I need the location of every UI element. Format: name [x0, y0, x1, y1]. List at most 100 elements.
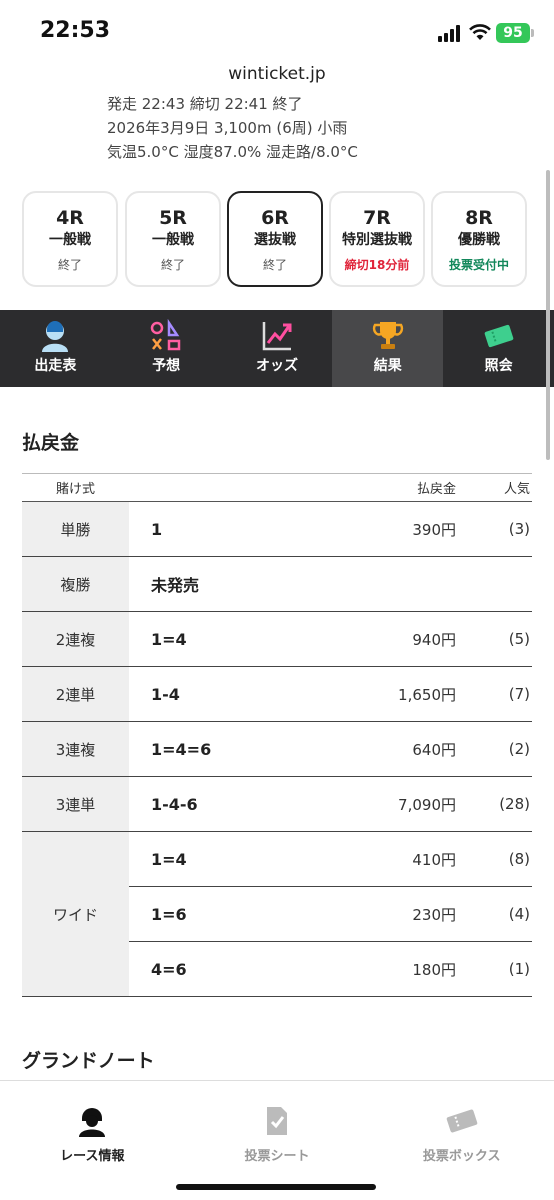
bet-type-wide: ワイド — [22, 831, 129, 997]
tab-odds[interactable]: オッズ — [222, 310, 333, 387]
nav-race-info[interactable]: レース情報 — [0, 1081, 185, 1200]
bet-type: 2連複 — [22, 611, 129, 667]
payout-amount: 1,650円 — [317, 666, 460, 722]
header-bet-type: 賭け式 — [22, 473, 129, 502]
tab-label: 出走表 — [34, 358, 77, 374]
table-row: 複勝 未発売 — [22, 556, 532, 612]
race-status: 投票受付中 — [448, 258, 509, 272]
combination: 1 — [129, 501, 318, 557]
combination: 1=4 — [129, 611, 318, 667]
tab-inquiry[interactable]: 照会 — [443, 310, 554, 387]
race-date-info: 2026年3月9日 3,100m (6周) 小雨 — [107, 119, 348, 137]
scrollbar[interactable] — [546, 170, 550, 460]
payout-amount: 410円 — [317, 831, 460, 887]
race-status: 終了 — [262, 258, 287, 272]
popularity: (8) — [460, 831, 532, 887]
race-name: 優勝戦 — [458, 232, 500, 248]
payout-amount: 940円 — [317, 611, 460, 667]
nav-label: 投票シート — [244, 1149, 310, 1164]
race-weather-info: 気温5.0°C 湿度87.0% 湿走路/8.0°C — [107, 143, 358, 161]
racer-icon — [42, 321, 69, 352]
battery-tip — [531, 29, 534, 37]
race-info: 発走 22:43 締切 22:41 終了 2026年3月9日 3,100m (6… — [107, 92, 358, 164]
ticket-icon — [484, 324, 513, 348]
bet-type: 単勝 — [22, 501, 129, 557]
status-time: 22:53 — [40, 18, 111, 43]
nav-betting-box[interactable]: 投票ボックス — [369, 1081, 554, 1200]
popularity: (28) — [460, 776, 532, 832]
race-name: 選抜戦 — [254, 232, 296, 248]
nav-label: レース情報 — [60, 1149, 125, 1164]
race-card-8r[interactable]: 8R 優勝戦 投票受付中 — [431, 191, 527, 287]
wifi-icon — [469, 24, 491, 40]
odds-chart-icon — [262, 322, 292, 351]
table-row: 3連単 1-4-6 7,090円 (28) — [22, 776, 532, 832]
race-card-6r[interactable]: 6R 選抜戦 終了 — [227, 191, 323, 287]
bet-type: 2連単 — [22, 666, 129, 722]
race-status: 終了 — [160, 258, 185, 272]
bottom-nav: レース情報 投票シート 投票ボックス — [0, 1080, 554, 1200]
combination: 4=6 — [129, 941, 318, 997]
race-name: 特別選抜戦 — [342, 232, 412, 248]
combination: 未発売 — [129, 556, 318, 612]
payout-amount: 640円 — [317, 721, 460, 777]
bet-type: 3連単 — [22, 776, 129, 832]
bet-type: 3連複 — [22, 721, 129, 777]
race-number: 6R — [261, 207, 289, 229]
header-combo — [129, 473, 318, 502]
popularity — [460, 556, 532, 612]
combination: 1=6 — [129, 886, 318, 942]
race-card-5r[interactable]: 5R 一般戦 終了 — [125, 191, 221, 287]
race-number: 4R — [56, 207, 84, 229]
race-name: 一般戦 — [152, 232, 194, 248]
popularity: (1) — [460, 941, 532, 997]
header-popularity: 人気 — [460, 473, 532, 502]
combination: 1-4 — [129, 666, 318, 722]
payout-amount: 230円 — [317, 886, 460, 942]
prediction-icon — [150, 319, 181, 351]
race-status: 締切18分前 — [344, 258, 410, 272]
table-row: 2連複 1=4 940円 (5) — [22, 611, 532, 667]
combination: 1-4-6 — [129, 776, 318, 832]
table-row: 3連複 1=4=6 640円 (2) — [22, 721, 532, 777]
tab-label: オッズ — [255, 358, 298, 374]
nav-betting-sheet[interactable]: 投票シート — [185, 1081, 370, 1200]
race-number: 5R — [159, 207, 187, 229]
payout-amount: 7,090円 — [317, 776, 460, 832]
nav-label: 投票ボックス — [422, 1149, 501, 1164]
payout-table: 賭け式 払戻金 人気 単勝 1 390円 (3) 複勝 未発売 2連複 1=4 … — [22, 473, 532, 997]
trophy-icon — [372, 322, 403, 349]
race-status: 終了 — [57, 258, 82, 272]
popularity: (2) — [460, 721, 532, 777]
tab-label: 照会 — [484, 358, 513, 374]
race-card-7r[interactable]: 7R 特別選抜戦 締切18分前 — [329, 191, 425, 287]
race-selector: 4R 一般戦 終了 5R 一般戦 終了 6R 選抜戦 終了 7R 特別選抜戦 締… — [0, 190, 554, 290]
table-row: ワイド 1=4 410円 (8) — [22, 831, 532, 997]
payout-amount: 390円 — [317, 501, 460, 557]
table-row: 2連単 1-4 1,650円 (7) — [22, 666, 532, 722]
popularity: (7) — [460, 666, 532, 722]
race-card-4r[interactable]: 4R 一般戦 終了 — [22, 191, 118, 287]
tab-results[interactable]: 結果 — [332, 310, 444, 387]
tab-label: 結果 — [373, 358, 402, 374]
url-bar[interactable]: winticket.jp — [0, 60, 554, 90]
ticket-icon — [446, 1109, 477, 1133]
race-number: 8R — [465, 207, 493, 229]
tab-label: 予想 — [152, 358, 181, 374]
battery-icon: 95 — [496, 23, 530, 43]
tab-entry-list[interactable]: 出走表 — [0, 310, 111, 387]
combination: 1=4 — [129, 831, 318, 887]
status-bar: 22:53 95 — [0, 0, 554, 60]
tab-prediction[interactable]: 予想 — [111, 310, 222, 387]
race-start-info: 発走 22:43 締切 22:41 終了 — [107, 95, 303, 113]
cellular-signal-icon — [438, 24, 462, 42]
payout-header-row: 賭け式 払戻金 人気 — [22, 473, 532, 502]
race-name: 一般戦 — [49, 232, 91, 248]
popularity: (3) — [460, 501, 532, 557]
racer-icon — [79, 1108, 106, 1137]
payout-amount: 180円 — [317, 941, 460, 997]
race-tab-bar: 出走表 予想 オッズ 結果 照会 — [0, 310, 554, 387]
home-indicator — [176, 1184, 376, 1190]
combination: 1=4=6 — [129, 721, 318, 777]
popularity: (4) — [460, 886, 532, 942]
